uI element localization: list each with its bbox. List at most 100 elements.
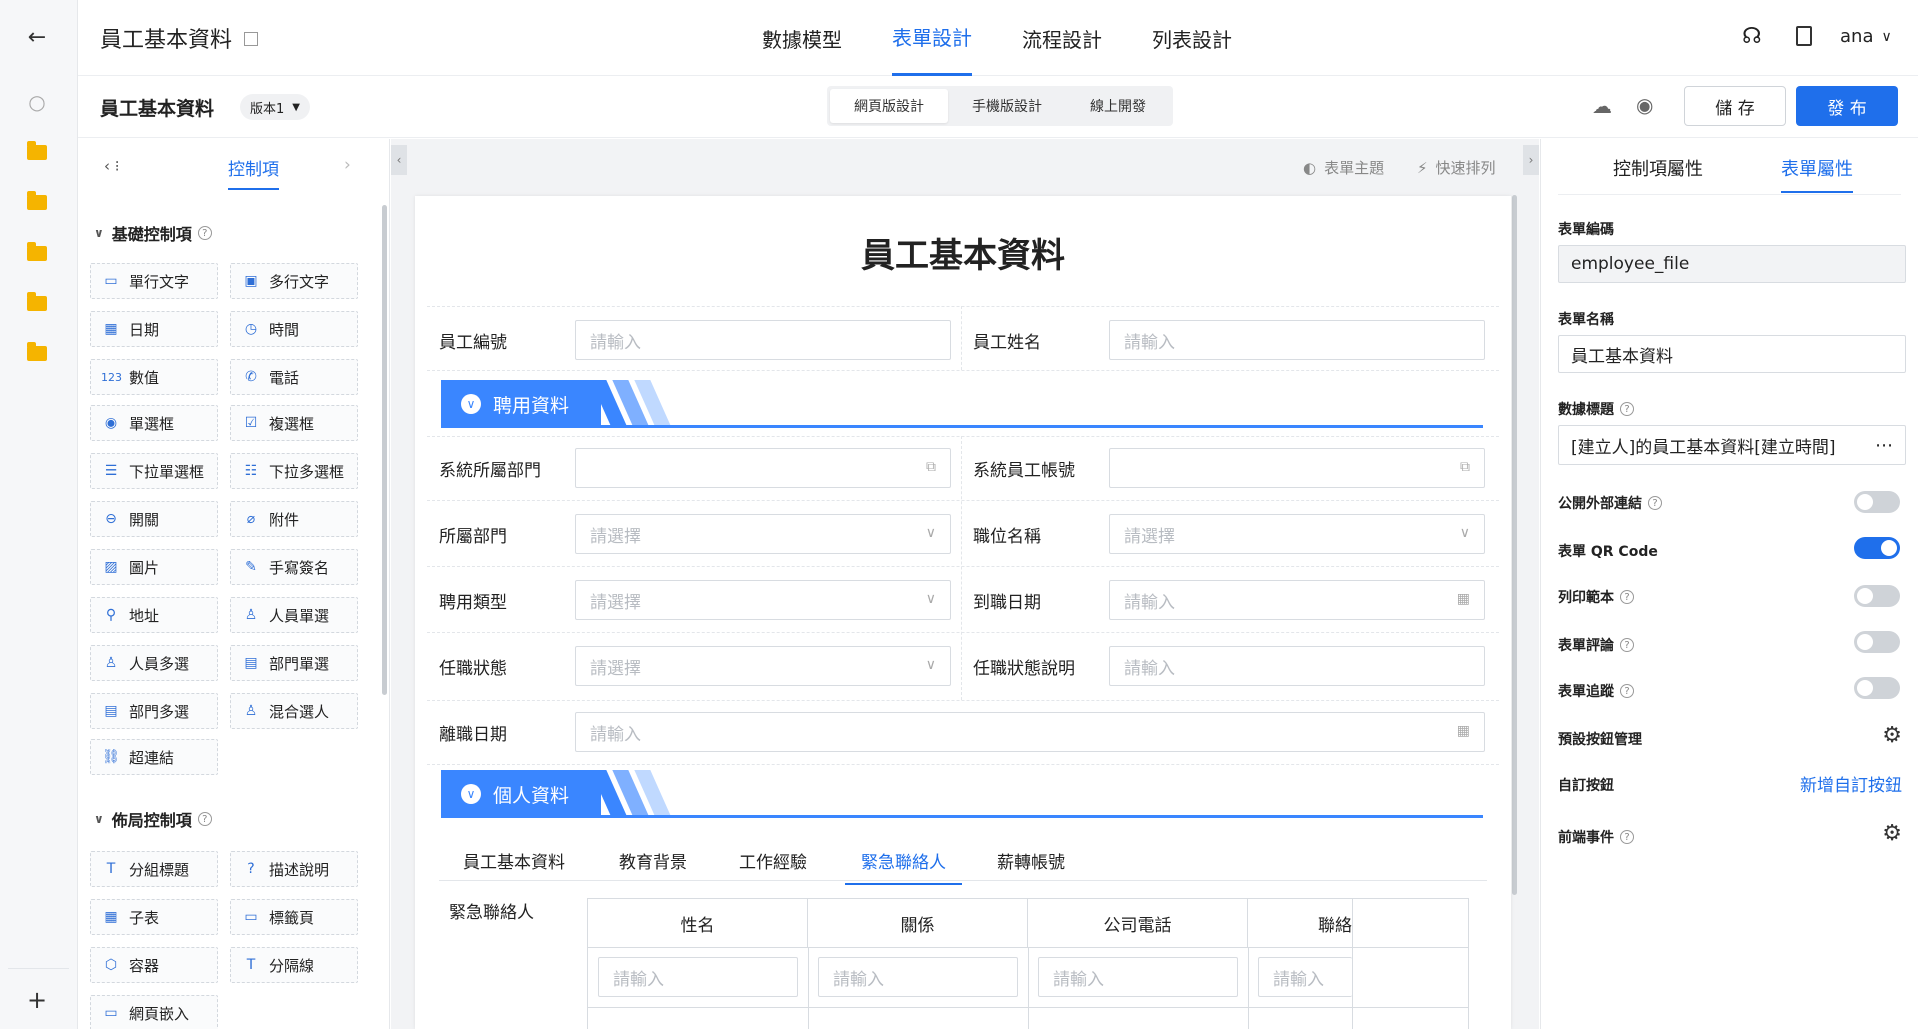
cloud-upload-icon[interactable]: ☁ [1592,94,1612,118]
control-web-embed[interactable]: ▭ 網頁嵌入 [90,995,218,1029]
mode-web[interactable]: 網頁版設計 [830,89,948,123]
book-icon[interactable] [1796,26,1812,46]
control-dept-single[interactable]: ▤ 部門單選 [230,645,358,681]
control-switch[interactable]: ⊖ 開關 [90,501,218,537]
select-position[interactable]: 請選擇 ∨ [1109,514,1485,554]
form-theme-button[interactable]: ◐ 表單主題 [1303,157,1384,178]
control-dropdown-single[interactable]: ☰ 下拉單選框 [90,453,218,489]
version-select[interactable]: 版本1 ▼ [240,94,310,120]
select-status[interactable]: 請選擇 ∨ [575,646,951,686]
control-tab-page[interactable]: ▭ 標籤頁 [230,899,358,935]
add-custom-button-link[interactable]: 新增自訂按鈕 [1800,771,1902,796]
more-dots-icon[interactable]: ⋯ [1875,435,1893,456]
tab-form-properties[interactable]: 表單屬性 [1781,155,1853,193]
control-hyperlink[interactable]: ⛓ 超連結 [90,739,218,775]
folder-icon[interactable] [22,137,52,167]
support-headset-icon[interactable]: ☊ [1742,24,1762,49]
input-emp-name[interactable]: 請輸入 [1109,320,1485,360]
input-emp-no[interactable]: 請輸入 [575,320,951,360]
input-hire-date[interactable]: 請輸入 ▦ [1109,580,1485,620]
tab-basic-info[interactable]: 員工基本資料 [463,848,565,873]
input-leave-date[interactable]: 請輸入 ▦ [575,712,1485,752]
control-container[interactable]: ⬡ 容器 [90,947,218,983]
control-subtable[interactable]: ▦ 子表 [90,899,218,935]
control-number[interactable]: 123 數值 [90,359,218,395]
control-signature[interactable]: ✎ 手寫簽名 [230,549,358,585]
preview-eye-icon[interactable]: ◉ [1636,93,1653,117]
tab-control-properties[interactable]: 控制項屬性 [1613,155,1703,181]
control-dropdown-multi[interactable]: ☷ 下拉多選框 [230,453,358,489]
external-link-icon[interactable] [244,32,259,46]
collapse-right-icon[interactable]: › [1523,145,1539,175]
tab-work-experience[interactable]: 工作經驗 [739,848,807,873]
control-attachment[interactable]: ⌀ 附件 [230,501,358,537]
basic-controls-title[interactable]: ∨ 基礎控制項 ? [94,221,212,245]
toggle-form-tracking[interactable] [1854,677,1900,699]
chevron-left-icon[interactable]: ‹ ⁝ [104,157,120,175]
control-phone[interactable]: ✆ 電話 [230,359,358,395]
folder-icon[interactable] [22,187,52,217]
search-icon[interactable]: ○ [22,87,52,117]
control-image[interactable]: ▨ 圖片 [90,549,218,585]
layout-controls-title[interactable]: ∨ 佈局控制項 ? [94,807,212,831]
section-personal-info[interactable]: ∨ 個人資料 [441,770,1483,818]
panel-scrollbar[interactable] [382,205,387,695]
save-button[interactable]: 儲 存 [1684,86,1786,126]
user-menu[interactable]: ana ∨ [1840,26,1892,47]
back-arrow-icon[interactable]: ← [22,22,52,52]
cell-input-contact[interactable]: 請輸入 [1258,957,1352,997]
control-time[interactable]: ◷ 時間 [230,311,358,347]
tab-controls[interactable]: 控制項 [228,155,279,190]
canvas-scrollbar[interactable] [1512,195,1517,895]
folder-icon[interactable] [22,338,52,368]
select-hire-type[interactable]: 請選擇 ∨ [575,580,951,620]
control-divider[interactable]: T 分隔線 [230,947,358,983]
departments-icon: ▤ [104,703,118,719]
control-person-multi[interactable]: ♙ 人員多選 [90,645,218,681]
tab-list-design[interactable]: 列表設計 [1152,0,1232,76]
control-description[interactable]: ? 描述說明 [230,851,358,887]
control-group-title[interactable]: T 分組標題 [90,851,218,887]
input-data-title[interactable]: [建立人]的員工基本資料[建立時間] ⋯ [1558,425,1906,465]
control-address[interactable]: ⚲ 地址 [90,597,218,633]
plus-icon[interactable]: + [22,985,52,1015]
quick-arrange-button[interactable]: ⚡ 快速排列 [1417,157,1496,178]
chevron-right-icon[interactable]: › [344,155,351,175]
tab-education[interactable]: 教育背景 [619,848,687,873]
input-form-name[interactable]: 員工基本資料 [1558,335,1906,373]
collapse-left-icon[interactable]: ‹ [391,145,407,175]
toggle-qr-code[interactable] [1854,537,1900,559]
control-mixed-select[interactable]: ♙ 混合選人 [230,693,358,729]
tab-salary-account[interactable]: 薪轉帳號 [997,848,1065,873]
cell-input-name[interactable]: 請輸入 [598,957,798,997]
select-dept[interactable]: 請選擇 ∨ [575,514,951,554]
input-status-desc[interactable]: 請輸入 [1109,646,1485,686]
cell-input-company-phone[interactable]: 請輸入 [1038,957,1238,997]
chevron-down-icon: ∨ [1881,28,1892,45]
tab-emergency-contact[interactable]: 緊急聯絡人 [845,848,962,885]
folder-icon[interactable] [22,288,52,318]
toggle-form-comments[interactable] [1854,631,1900,653]
control-dept-multi[interactable]: ▤ 部門多選 [90,693,218,729]
control-checkbox[interactable]: ☑ 複選框 [230,405,358,441]
control-multi-text[interactable]: ▣ 多行文字 [230,263,358,299]
gear-icon[interactable]: ⚙ [1882,821,1902,846]
folder-icon[interactable] [22,238,52,268]
toggle-print-template[interactable] [1854,585,1900,607]
section-hire-info[interactable]: ∨ 聘用資料 [441,380,1483,428]
mode-mobile[interactable]: 手機版設計 [948,89,1066,123]
toggle-public-link[interactable] [1854,491,1900,513]
mode-online-dev[interactable]: 線上開發 [1066,89,1170,123]
cell-input-relation[interactable]: 請輸入 [818,957,1018,997]
tab-data-model[interactable]: 數據模型 [762,0,842,76]
input-sys-dept[interactable]: ⧉ [575,448,951,488]
control-person-single[interactable]: ♙ 人員單選 [230,597,358,633]
gear-icon[interactable]: ⚙ [1882,723,1902,748]
input-sys-account[interactable]: ⧉ [1109,448,1485,488]
control-radio[interactable]: ◉ 單選框 [90,405,218,441]
publish-button[interactable]: 發 布 [1796,86,1898,126]
control-single-text[interactable]: ▭ 單行文字 [90,263,218,299]
tab-flow-design[interactable]: 流程設計 [1022,0,1102,76]
tab-form-design[interactable]: 表單設計 [892,0,972,76]
control-date[interactable]: ▦ 日期 [90,311,218,347]
